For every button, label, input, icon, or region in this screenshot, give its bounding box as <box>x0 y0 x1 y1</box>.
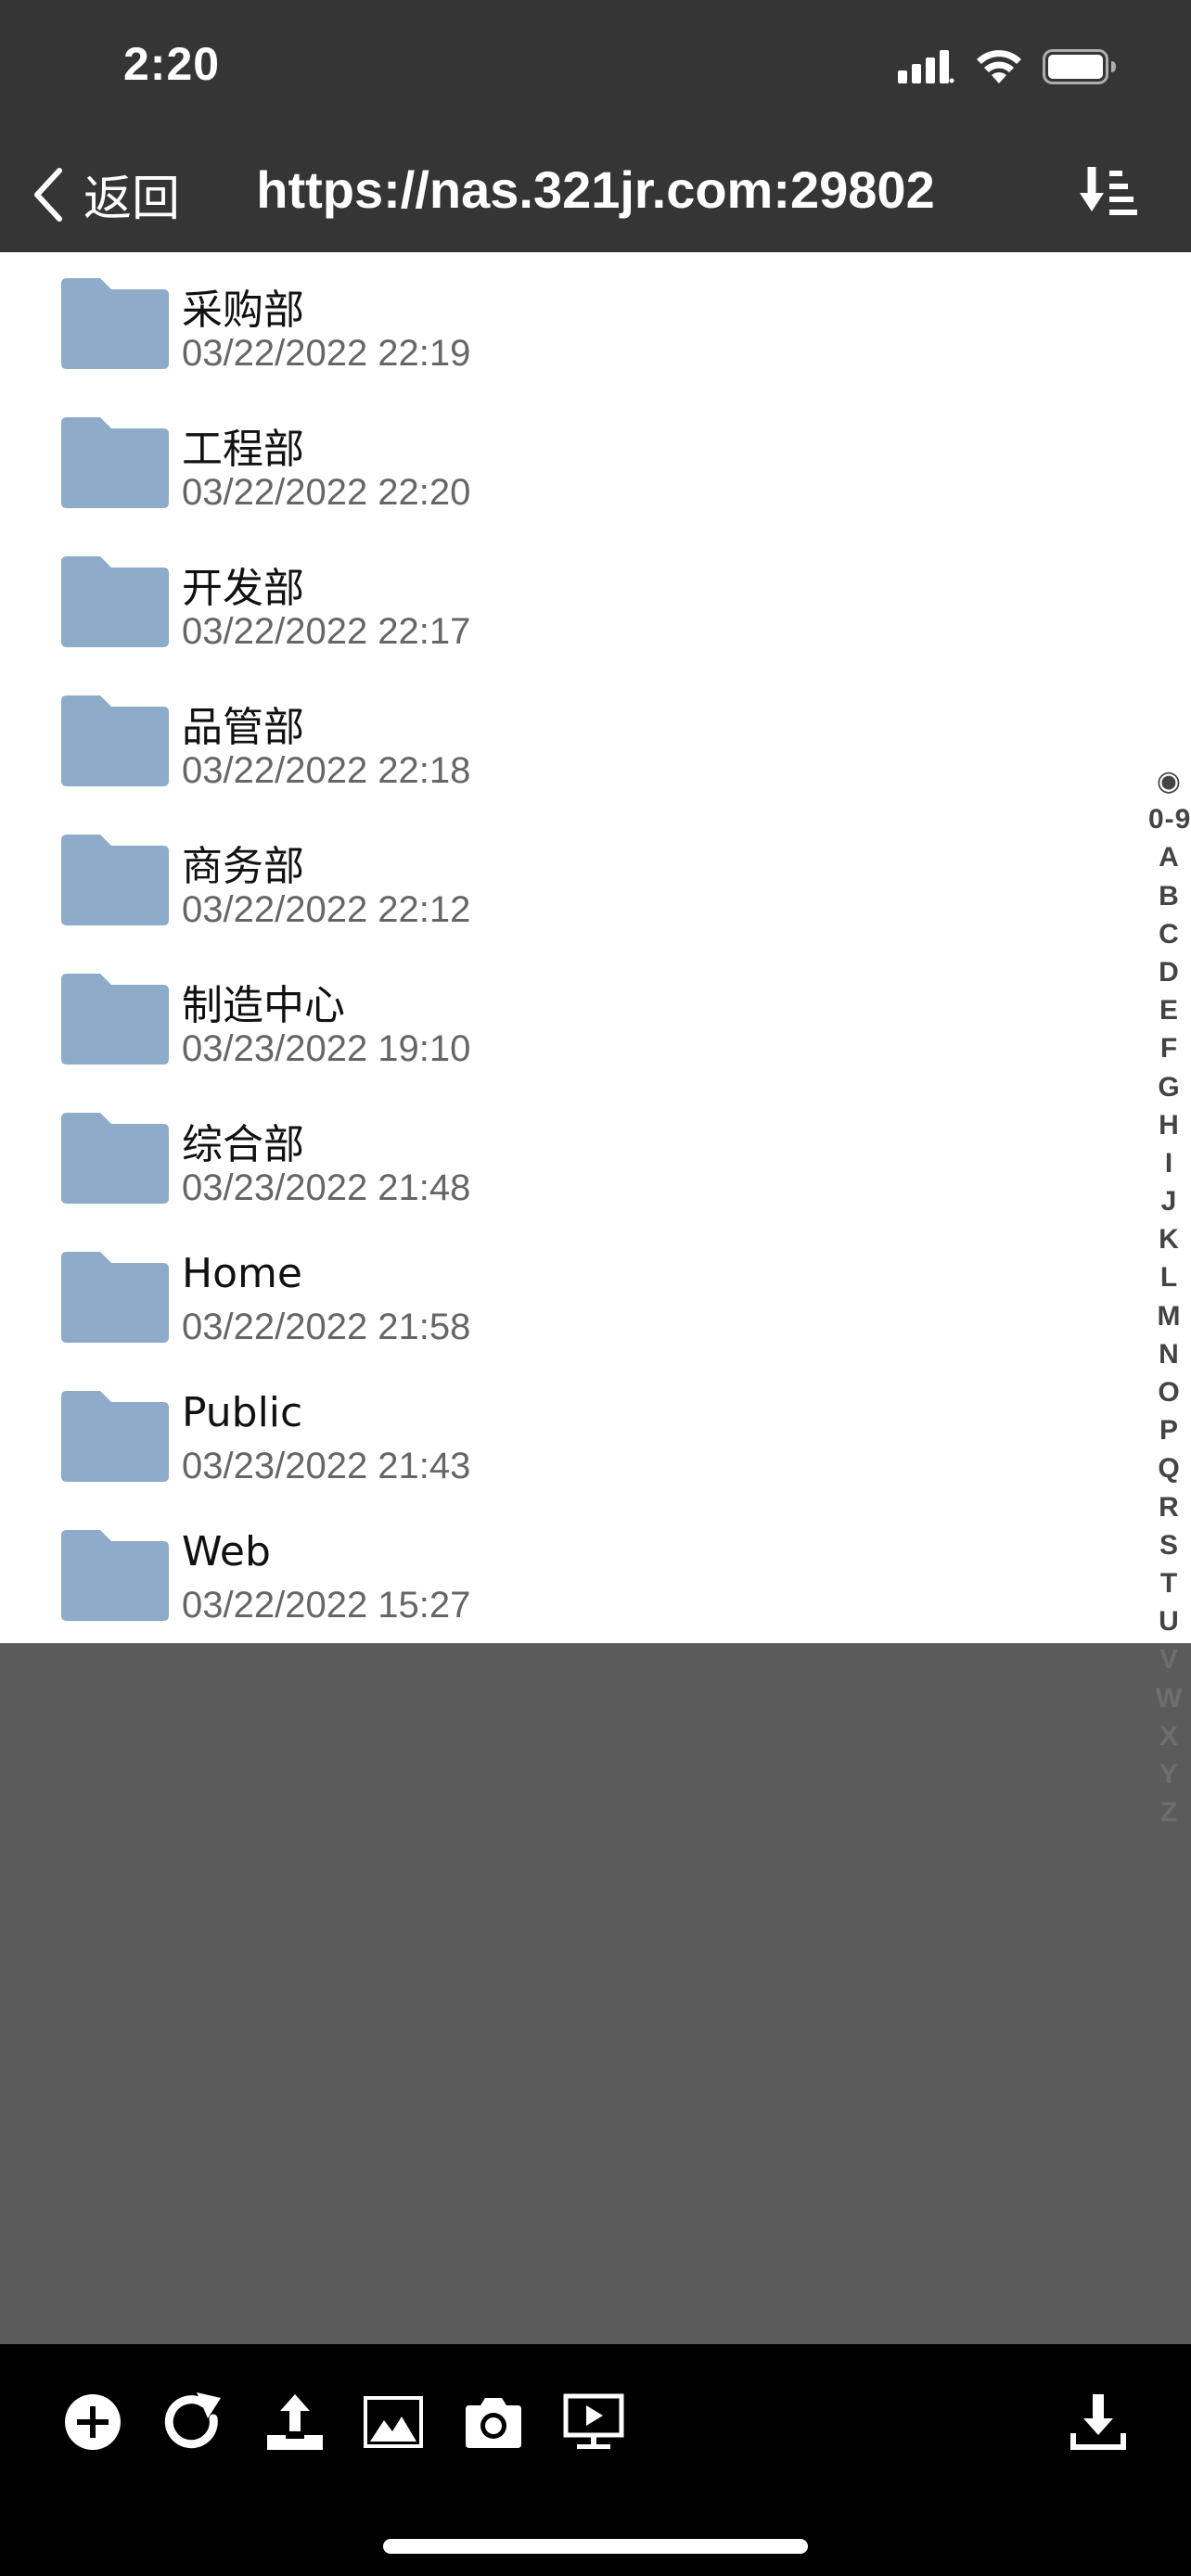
folder-icon <box>61 1530 169 1621</box>
download-icon[interactable] <box>1067 2391 1130 2454</box>
file-name: 制造中心 <box>182 982 345 1029</box>
upload-icon[interactable] <box>263 2391 327 2454</box>
index-i[interactable]: I <box>1146 1144 1191 1182</box>
index-0-9[interactable]: 0-9 <box>1146 800 1191 838</box>
index-y[interactable]: Y <box>1146 1755 1191 1793</box>
list-item[interactable]: 制造中心 03/23/2022 19:10 <box>0 948 1191 1087</box>
index-j[interactable]: J <box>1146 1182 1191 1220</box>
index-t[interactable]: T <box>1146 1564 1191 1602</box>
file-date: 03/22/2022 22:12 <box>182 889 471 930</box>
list-item[interactable]: Public 03/23/2022 21:43 <box>0 1365 1191 1504</box>
index-b[interactable]: B <box>1146 877 1191 915</box>
index-n[interactable]: N <box>1146 1335 1191 1373</box>
index-h[interactable]: H <box>1146 1106 1191 1144</box>
status-icons <box>898 48 1117 85</box>
index-f[interactable]: F <box>1146 1029 1191 1067</box>
index-c[interactable]: C <box>1146 915 1191 953</box>
file-date: 03/23/2022 21:43 <box>182 1446 471 1486</box>
index-s[interactable]: S <box>1146 1526 1191 1564</box>
index-x[interactable]: X <box>1146 1717 1191 1755</box>
file-name: 工程部 <box>182 426 304 473</box>
index-g[interactable]: G <box>1146 1068 1191 1106</box>
file-name: 商务部 <box>182 843 304 890</box>
alphabet-index[interactable]: ◉ 0-9 A B C D E F G H I J K L M N O P Q … <box>1146 762 1191 1831</box>
folder-icon <box>61 278 169 369</box>
file-name: Home <box>182 1250 302 1297</box>
cellular-signal-icon <box>898 50 954 83</box>
file-date: 03/23/2022 21:48 <box>182 1167 471 1208</box>
page-title: https://nas.321jr.com:29802 <box>256 160 935 219</box>
index-m[interactable]: M <box>1146 1297 1191 1335</box>
index-a[interactable]: A <box>1146 838 1191 876</box>
file-name: Web <box>182 1528 271 1575</box>
folder-icon <box>61 1252 169 1343</box>
file-name: 品管部 <box>182 704 304 751</box>
file-date: 03/22/2022 15:27 <box>182 1585 471 1626</box>
file-name: 开发部 <box>182 565 304 612</box>
index-search[interactable]: ◉ <box>1146 762 1191 800</box>
list-item[interactable]: 开发部 03/22/2022 22:17 <box>0 530 1191 670</box>
index-z[interactable]: Z <box>1146 1793 1191 1831</box>
home-indicator[interactable] <box>383 2539 808 2554</box>
header: 2:20 返回 https://nas.321jr.com:29802 <box>0 0 1191 252</box>
list-item[interactable]: 工程部 03/22/2022 22:20 <box>0 391 1191 530</box>
list-item[interactable]: 商务部 03/22/2022 22:12 <box>0 809 1191 948</box>
folder-icon <box>61 695 169 786</box>
folder-icon <box>61 1391 169 1482</box>
file-name: 综合部 <box>182 1121 304 1168</box>
list-item[interactable]: Home 03/22/2022 21:58 <box>0 1226 1191 1365</box>
folder-icon <box>61 835 169 925</box>
file-date: 03/22/2022 22:19 <box>182 333 471 374</box>
folder-icon <box>61 417 169 508</box>
index-u[interactable]: U <box>1146 1602 1191 1640</box>
index-d[interactable]: D <box>1146 953 1191 991</box>
list-item[interactable]: 采购部 03/22/2022 22:19 <box>0 252 1191 391</box>
index-q[interactable]: Q <box>1146 1449 1191 1487</box>
battery-icon <box>1043 49 1116 84</box>
list-item[interactable]: 品管部 03/22/2022 22:18 <box>0 670 1191 809</box>
file-date: 03/22/2022 21:58 <box>182 1307 471 1347</box>
index-e[interactable]: E <box>1146 991 1191 1029</box>
index-o[interactable]: O <box>1146 1373 1191 1411</box>
list-item[interactable]: Web 03/22/2022 15:27 <box>0 1504 1191 1643</box>
index-w[interactable]: W <box>1146 1679 1191 1717</box>
add-icon[interactable] <box>61 2391 124 2454</box>
index-k[interactable]: K <box>1146 1220 1191 1258</box>
index-l[interactable]: L <box>1146 1258 1191 1296</box>
file-date: 03/23/2022 19:10 <box>182 1028 471 1069</box>
file-list: 采购部 03/22/2022 22:19 工程部 03/22/2022 22:2… <box>0 252 1191 1643</box>
sort-icon[interactable] <box>1080 165 1137 221</box>
screen-share-icon[interactable] <box>562 2391 625 2454</box>
index-p[interactable]: P <box>1146 1411 1191 1449</box>
folder-icon <box>61 1113 169 1204</box>
file-date: 03/22/2022 22:17 <box>182 611 471 652</box>
file-date: 03/22/2022 22:18 <box>182 750 471 791</box>
file-name: Public <box>182 1389 303 1436</box>
list-item[interactable]: 综合部 03/23/2022 21:48 <box>0 1087 1191 1226</box>
file-name: 采购部 <box>182 287 304 334</box>
wifi-icon <box>977 50 1021 83</box>
refresh-icon[interactable] <box>161 2391 224 2454</box>
folder-icon <box>61 556 169 647</box>
index-r[interactable]: R <box>1146 1488 1191 1526</box>
status-time: 2:20 <box>123 38 221 90</box>
folder-icon <box>61 974 169 1065</box>
photo-library-icon[interactable] <box>362 2391 425 2454</box>
file-date: 03/22/2022 22:20 <box>182 472 471 513</box>
camera-icon[interactable] <box>462 2391 525 2454</box>
index-v[interactable]: V <box>1146 1640 1191 1678</box>
